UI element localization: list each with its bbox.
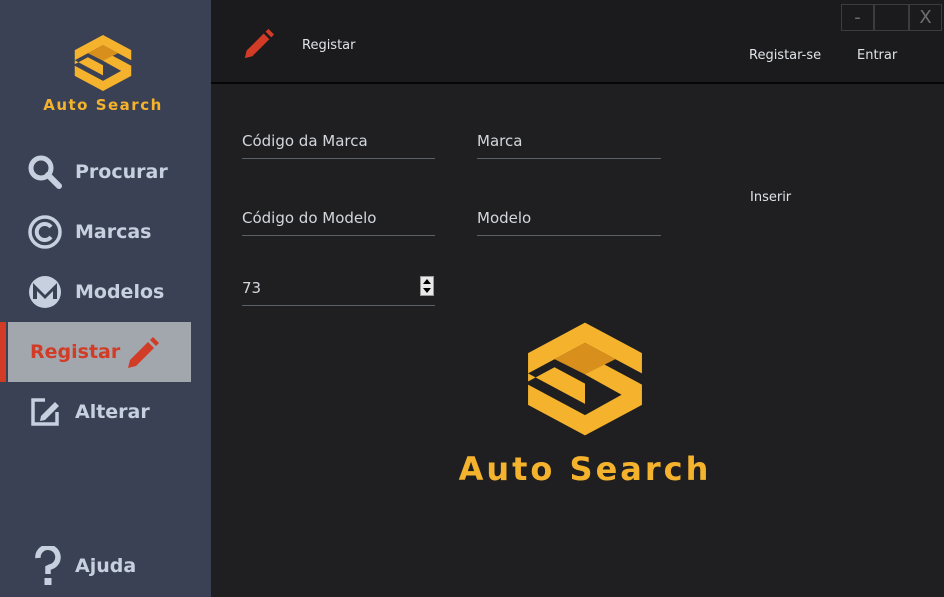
sidebar-item-marcas[interactable]: Marcas (0, 202, 191, 262)
page-title: Registar (302, 38, 356, 53)
sidebar-item-label: Ajuda (75, 555, 137, 577)
sidebar: Auto Search Procurar Marcas Modelos Regi… (0, 0, 211, 597)
active-indicator (0, 322, 6, 382)
monero-icon (27, 274, 63, 310)
spin-down-icon[interactable] (421, 286, 433, 295)
pencil-icon (124, 334, 160, 370)
copyright-icon (27, 214, 63, 250)
auto-search-logo-icon (74, 35, 132, 91)
header-bar: Registar Registar-se Entrar - X (211, 0, 944, 84)
model-code-field[interactable]: Código do Modelo (242, 202, 435, 236)
sidebar-item-label: Marcas (75, 221, 152, 243)
sidebar-item-modelos[interactable]: Modelos (0, 262, 191, 322)
brand-code-placeholder: Código da Marca (242, 132, 368, 150)
model-field[interactable]: Modelo (477, 202, 661, 236)
sidebar-item-procurar[interactable]: Procurar (0, 142, 191, 202)
number-stepper[interactable]: 73 (242, 272, 435, 306)
spin-up-icon[interactable] (421, 277, 433, 286)
insert-button[interactable]: Inserir (750, 190, 791, 205)
brand-field[interactable]: Marca (477, 125, 661, 159)
edit-icon (27, 394, 63, 430)
brand-name: Auto Search (43, 96, 163, 114)
logo-name: Auto Search (458, 450, 712, 488)
sidebar-item-alterar[interactable]: Alterar (0, 382, 191, 442)
register-link[interactable]: Registar-se (749, 48, 821, 63)
number-value: 73 (242, 279, 262, 297)
sidebar-item-label: Procurar (75, 161, 168, 183)
minimize-button[interactable]: - (841, 4, 874, 31)
brand-code-field[interactable]: Código da Marca (242, 125, 435, 159)
search-icon (27, 154, 63, 190)
spinner-control[interactable] (420, 276, 434, 296)
sidebar-item-label: Modelos (75, 281, 165, 303)
auto-search-logo-icon (528, 322, 642, 436)
sidebar-item-label: Alterar (75, 401, 150, 423)
close-button[interactable]: X (909, 4, 942, 31)
sidebar-item-label: Registar (30, 341, 121, 363)
sidebar-item-registar[interactable]: Registar (8, 322, 191, 382)
maximize-button[interactable] (874, 4, 909, 31)
login-link[interactable]: Entrar (857, 48, 897, 63)
brand-placeholder: Marca (477, 132, 523, 150)
pencil-icon (244, 28, 275, 59)
question-icon (30, 546, 66, 585)
model-placeholder: Modelo (477, 209, 532, 227)
model-code-placeholder: Código do Modelo (242, 209, 377, 227)
sidebar-item-ajuda[interactable]: Ajuda (0, 536, 191, 596)
